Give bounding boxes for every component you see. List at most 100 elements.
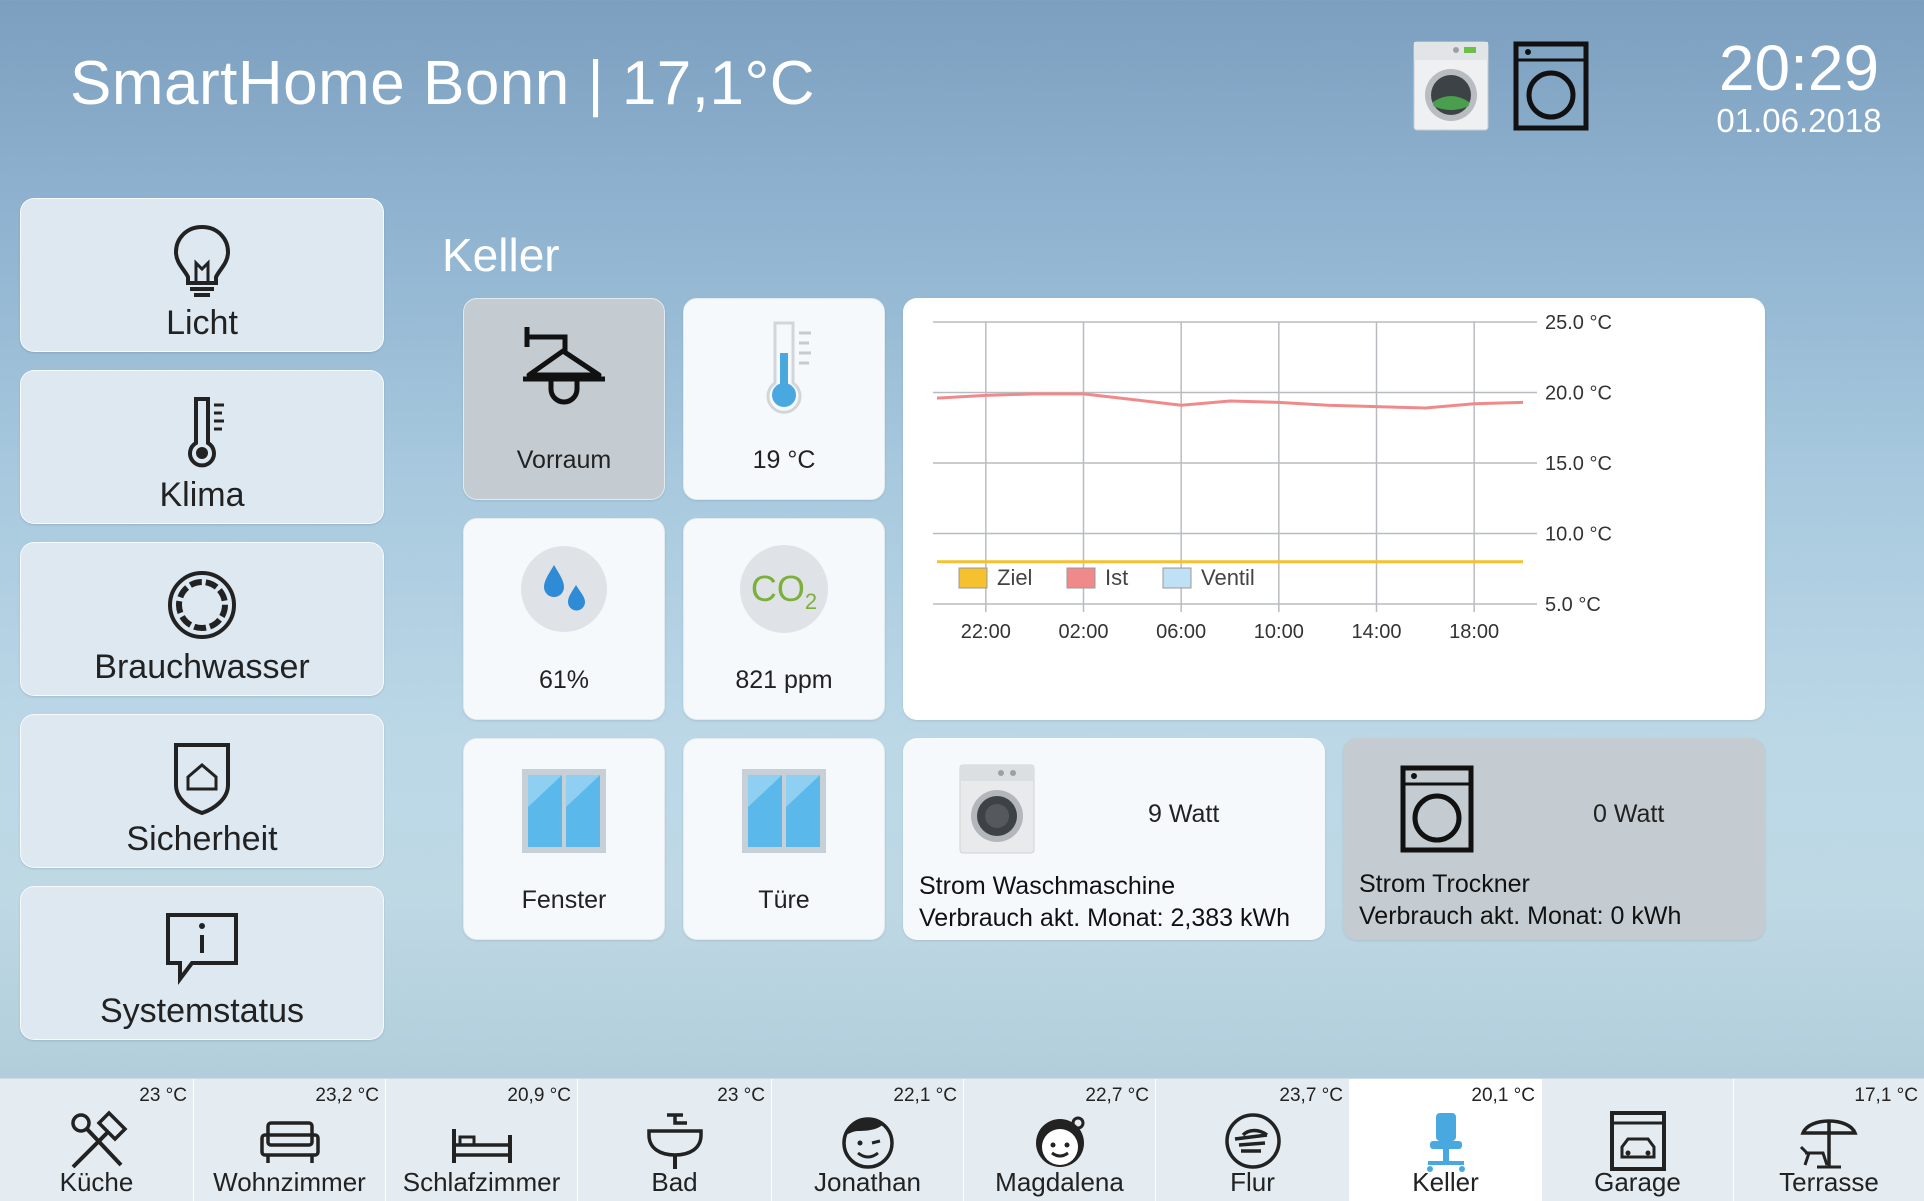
garage-car-icon: [1609, 1111, 1666, 1171]
humidity-value: 61%: [538, 666, 590, 694]
nav-label: Licht: [166, 304, 238, 342]
sofa-icon: [259, 1121, 320, 1163]
temperature-tile[interactable]: 19 °C: [683, 298, 885, 500]
door-tile[interactable]: Türe: [683, 738, 885, 940]
room-schlafzimmer[interactable]: 20,9 °C Schlafzimmer: [386, 1079, 578, 1201]
light-tile-vorraum[interactable]: Vorraum: [463, 298, 665, 500]
section-title: Keller: [442, 229, 560, 281]
tile-label: Fenster: [521, 886, 607, 914]
room-temp: 23 °C: [139, 1085, 187, 1106]
ceiling-lamp-icon: [523, 327, 605, 405]
room-temp: 22,1 °C: [893, 1085, 957, 1106]
washing-machine-icon[interactable]: [1412, 40, 1490, 132]
chart-legend-swatch-ziel: [958, 567, 988, 589]
chart-series-ist: [936, 392, 1524, 410]
parasol-chair-icon: [1799, 1119, 1858, 1169]
tile-label: Vorraum: [516, 446, 612, 474]
room-name: Flur: [1230, 1167, 1275, 1197]
page-title: SmartHome Bonn | 17,1°C: [70, 49, 816, 118]
clock-time: 20:29: [1718, 32, 1880, 104]
room-name: Garage: [1594, 1167, 1681, 1197]
co2-icon-text: CO: [750, 568, 805, 609]
room-terrasse[interactable]: 17,1 °C Terrasse: [1734, 1079, 1924, 1201]
room-name: Bad: [651, 1167, 698, 1197]
boy-face-icon: [841, 1117, 894, 1169]
co2-tile[interactable]: CO2 821 ppm: [683, 518, 885, 720]
window-icon: [522, 769, 606, 853]
washer-usage: Verbrauch akt. Monat: 2,383 kWh: [919, 904, 1291, 932]
room-name: Terrasse: [1779, 1167, 1879, 1197]
chart-y-tick-label: 25.0 °C: [1545, 312, 1612, 334]
clock: 20:29 01.06.2018: [1704, 34, 1894, 140]
room-temp: 20,1 °C: [1471, 1085, 1535, 1106]
clock-date: 01.06.2018: [1716, 102, 1882, 139]
shield-house-icon: [174, 743, 230, 816]
room-keller[interactable]: 20,1 °C Keller: [1350, 1079, 1542, 1201]
room-temp: 23,7 °C: [1279, 1085, 1343, 1106]
chart-x-tick-label: 10:00: [1254, 621, 1304, 643]
hand-icon: [1224, 1113, 1281, 1169]
dryer-icon[interactable]: [1512, 40, 1590, 132]
window-tile[interactable]: Fenster: [463, 738, 665, 940]
room-name: Küche: [59, 1167, 134, 1197]
room-bar: 23 °C Küche 23,2 °C Wohnzimmer 20,9 °C S…: [0, 1078, 1924, 1201]
co2-value: 821 ppm: [735, 666, 833, 694]
co2-icon-sub: 2: [804, 589, 818, 615]
chart-legend-swatch-ventil: [1162, 567, 1192, 589]
room-garage[interactable]: Garage: [1542, 1079, 1734, 1201]
girl-face-icon: [1035, 1116, 1084, 1167]
office-chair-icon: [1426, 1113, 1465, 1172]
power-tile-dryer[interactable]: 0 Watt Strom Trockner Verbrauch akt. Mon…: [1343, 738, 1765, 940]
chart-x-tick-label: 06:00: [1156, 621, 1206, 643]
room-flur[interactable]: 23,7 °C Flur: [1156, 1079, 1350, 1201]
info-bubble-icon: [166, 913, 238, 985]
room-temp: 23 °C: [717, 1085, 765, 1106]
bed-icon: [451, 1129, 512, 1163]
room-wohnzimmer[interactable]: 23,2 °C Wohnzimmer: [194, 1079, 386, 1201]
room-name: Jonathan: [814, 1167, 921, 1197]
nav-button-klima[interactable]: Klima: [20, 370, 384, 524]
room-name: Wohnzimmer: [213, 1167, 366, 1197]
room-temp: 20,9 °C: [507, 1085, 571, 1106]
chart-legend-swatch-ist: [1066, 567, 1096, 589]
room-temp: 17,1 °C: [1854, 1085, 1918, 1106]
room-name: Schlafzimmer: [402, 1167, 561, 1197]
dryer-watt: 0 Watt: [1593, 800, 1665, 828]
water-meter-icon: [168, 571, 236, 639]
dryer-usage: Verbrauch akt. Monat: 0 kWh: [1359, 902, 1682, 930]
nav-label: Klima: [159, 476, 245, 514]
room-magdalena[interactable]: 22,7 °C Magdalena: [964, 1079, 1156, 1201]
nav-label: Sicherheit: [126, 820, 278, 858]
tile-label: Türe: [758, 886, 810, 914]
lightbulb-icon: [173, 224, 231, 297]
room-bad[interactable]: 23 °C Bad: [578, 1079, 772, 1201]
door-window-icon: [742, 769, 826, 853]
chart-legend-label: Ist: [1105, 565, 1128, 590]
chart-x-tick-label: 02:00: [1058, 621, 1108, 643]
room-temp: 23,2 °C: [315, 1085, 379, 1106]
washer-watt: 9 Watt: [1148, 800, 1220, 828]
nav-button-brauchwasser[interactable]: Brauchwasser: [20, 542, 384, 696]
washer-name: Strom Waschmaschine: [919, 872, 1176, 900]
kitchen-utensils-icon: [70, 1110, 127, 1169]
temperature-chart-tile[interactable]: 25.0 °C 20.0 °C 15.0 °C 10.0 °C 5.0 °C 22:00…: [903, 298, 1765, 720]
room-temp: 22,7 °C: [1085, 1085, 1149, 1106]
chart-y-tick-label: 5.0 °C: [1545, 594, 1601, 616]
power-tile-washer[interactable]: 9 Watt Strom Waschmaschine Verbrauch akt…: [903, 738, 1325, 940]
nav-button-systemstatus[interactable]: Systemstatus: [20, 886, 384, 1040]
washing-machine-icon: [959, 764, 1035, 854]
room-jonathan[interactable]: 22,1 °C Jonathan: [772, 1079, 964, 1201]
nav-label: Systemstatus: [99, 992, 305, 1030]
nav-label: Brauchwasser: [94, 648, 310, 686]
chart-y-tick-label: 15.0 °C: [1545, 453, 1612, 475]
chart-x-tick-label: 18:00: [1449, 621, 1499, 643]
dryer-name: Strom Trockner: [1359, 870, 1530, 898]
humidity-tile[interactable]: 61%: [463, 518, 665, 720]
chart-legend-label: Ventil: [1201, 565, 1255, 590]
room-name: Keller: [1412, 1167, 1479, 1197]
nav-button-sicherheit[interactable]: Sicherheit: [20, 714, 384, 868]
room-kueche[interactable]: 23 °C Küche: [0, 1079, 194, 1201]
temperature-chart: 25.0 °C 20.0 °C 15.0 °C 10.0 °C 5.0 °C 22:00…: [933, 312, 1612, 643]
nav-button-licht[interactable]: Licht: [20, 198, 384, 352]
temperature-value: 19 °C: [752, 446, 816, 474]
